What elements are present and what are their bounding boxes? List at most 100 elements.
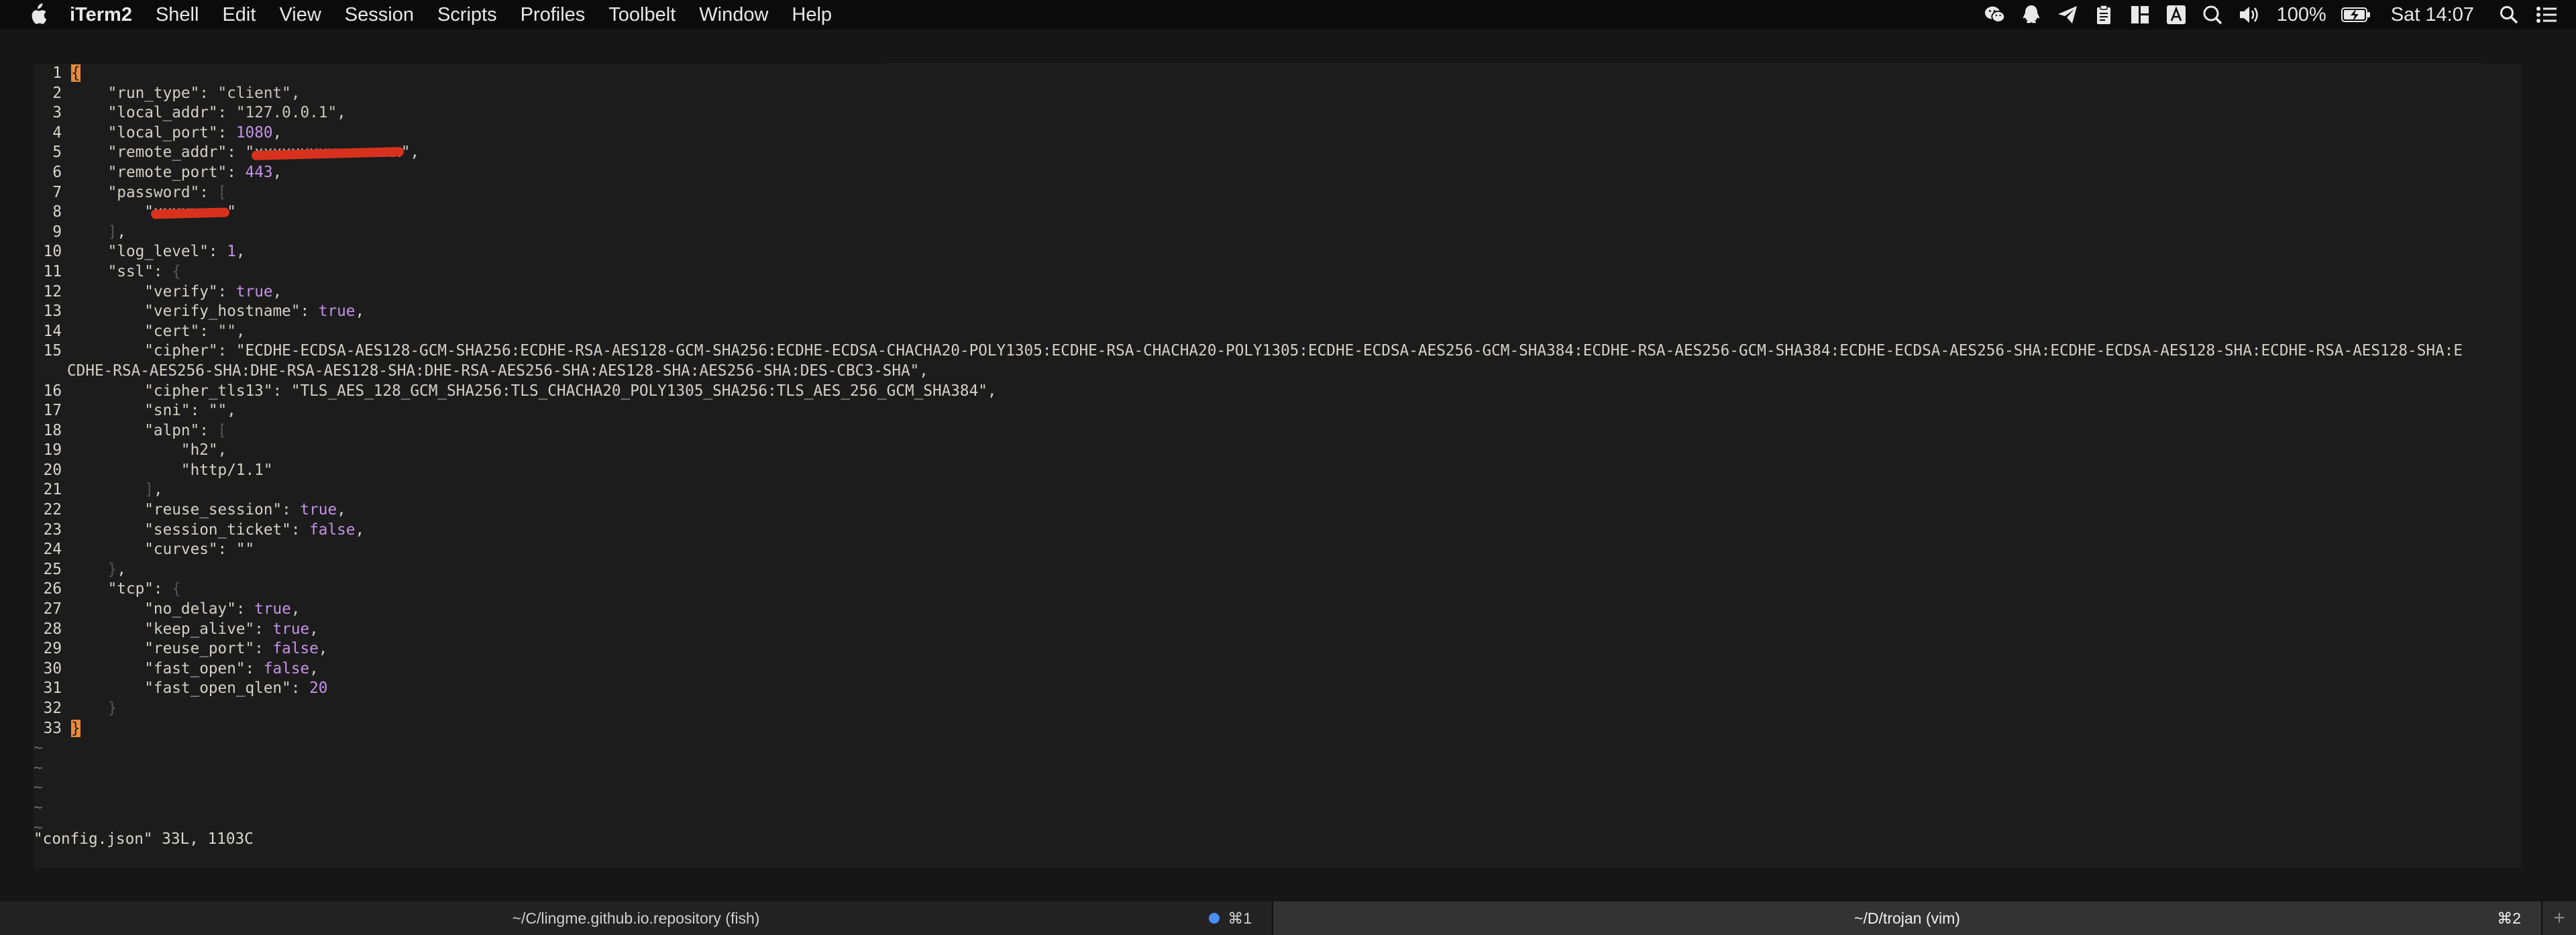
empty-line: ~	[34, 798, 2522, 818]
code-line[interactable]: 14 "cert": "",	[34, 322, 2522, 342]
apple-icon[interactable]	[25, 1, 50, 28]
code-line[interactable]: 20 "http/1.1"	[34, 461, 2522, 481]
tab-vim[interactable]: ~/D/trojan (vim) ⌘2	[1273, 901, 2542, 935]
code-line[interactable]: 15 "cipher": "ECDHE-ECDSA-AES128-GCM-SHA…	[34, 341, 2522, 362]
code-text: "run_type": "client",	[71, 84, 301, 102]
line-number: 10	[43, 243, 62, 261]
input-method-icon[interactable]	[2165, 4, 2187, 25]
code-line[interactable]: 4 "local_port": 1080,	[34, 123, 2522, 144]
line-number: 22	[43, 501, 62, 519]
code-text: "h2",	[71, 441, 227, 459]
code-line[interactable]: 9 ],	[34, 223, 2522, 243]
vim-editor[interactable]: 1{ 2 "run_type": "client", 3 "local_addr…	[34, 64, 2522, 838]
code-line[interactable]: 21 ],	[34, 480, 2522, 500]
menu-edit[interactable]: Edit	[222, 4, 256, 26]
tab-shortcut: ⌘2	[2497, 901, 2521, 935]
code-line[interactable]: 23 "session_ticket": false,	[34, 520, 2522, 541]
tilde-marker: ~	[34, 759, 43, 777]
code-line[interactable]: 25 },	[34, 560, 2522, 580]
new-tab-button[interactable]: +	[2541, 901, 2576, 935]
line-number: 29	[43, 640, 62, 658]
code-line[interactable]: 17 "sni": "",	[34, 401, 2522, 421]
line-number: 18	[43, 421, 62, 439]
activity-dot-icon	[1209, 913, 1220, 924]
terminal-window[interactable]: 1{ 2 "run_type": "client", 3 "local_addr…	[34, 64, 2522, 869]
code-line[interactable]: 8 "xxxxxxxx"	[34, 203, 2522, 223]
menu-scripts[interactable]: Scripts	[437, 4, 497, 26]
tilde-marker: ~	[34, 739, 43, 757]
code-text: "reuse_port": false,	[71, 640, 328, 658]
code-line[interactable]: 29 "reuse_port": false,	[34, 639, 2522, 659]
tab-title: ~/C/lingme.github.io.repository (fish)	[512, 909, 760, 927]
menu-shell[interactable]: Shell	[156, 4, 199, 26]
line-number: 1	[52, 64, 62, 82]
code-line[interactable]: 1{	[34, 64, 2522, 84]
code-line[interactable]: 2 "run_type": "client",	[34, 84, 2522, 104]
clipboard-icon[interactable]	[2093, 4, 2114, 25]
code-text: "no_delay": true,	[71, 600, 301, 618]
code-line[interactable]: 32 }	[34, 699, 2522, 719]
code-line[interactable]: 31 "fast_open_qlen": 20	[34, 679, 2522, 699]
wechat-icon[interactable]	[1984, 4, 2006, 25]
line-number: 23	[43, 520, 62, 539]
volume-icon[interactable]	[2238, 4, 2259, 25]
code-line[interactable]: 28 "keep_alive": true,	[34, 620, 2522, 640]
code-line[interactable]: 22 "reuse_session": true,	[34, 500, 2522, 520]
code-text: "ssl": {	[71, 262, 181, 280]
code-text: "local_addr": "127.0.0.1",	[71, 104, 346, 122]
code-line[interactable]: 5 "remote_addr": "xxxxxxxxxxxxxxxx",	[34, 143, 2522, 163]
code-line[interactable]: 27 "no_delay": true,	[34, 600, 2522, 620]
line-number: 19	[43, 441, 62, 459]
tab-fish[interactable]: ~/C/lingme.github.io.repository (fish) ⌘…	[0, 901, 1274, 935]
battery-icon[interactable]	[2341, 4, 2371, 25]
grid-icon[interactable]	[2129, 4, 2151, 25]
menu-profiles[interactable]: Profiles	[521, 4, 586, 26]
control-center-icon[interactable]	[2536, 4, 2557, 25]
code-line[interactable]: 13 "verify_hostname": true,	[34, 302, 2522, 322]
tab-title: ~/D/trojan (vim)	[1854, 909, 1960, 927]
tab-shortcut: ⌘1	[1209, 901, 1252, 935]
empty-line: ~	[34, 778, 2522, 798]
line-number: 13	[43, 302, 62, 321]
code-line[interactable]: 11 "ssl": {	[34, 262, 2522, 282]
code-line[interactable]: 6 "remote_port": 443,	[34, 163, 2522, 183]
code-line[interactable]: 3 "local_addr": "127.0.0.1",	[34, 103, 2522, 123]
spotlight-icon[interactable]	[2498, 4, 2520, 25]
line-number: 27	[43, 600, 62, 618]
code-text: "cipher_tls13": "TLS_AES_128_GCM_SHA256:…	[71, 382, 997, 400]
code-line[interactable]: 24 "curves": ""	[34, 540, 2522, 560]
code-text: "verify": true,	[71, 282, 282, 300]
line-number: 12	[43, 282, 62, 300]
code-line[interactable]: 26 "tcp": {	[34, 580, 2522, 600]
code-text: "log_level": 1,	[71, 243, 246, 261]
menu-toolbelt[interactable]: Toolbelt	[608, 4, 676, 26]
clock[interactable]: Sat 14:07	[2391, 4, 2474, 26]
menu-session[interactable]: Session	[345, 4, 414, 26]
line-number: 7	[52, 183, 62, 201]
code-text: ],	[107, 223, 126, 241]
code-line[interactable]: 30 "fast_open": false,	[34, 659, 2522, 679]
code-text: "remote_port": 443,	[71, 163, 282, 181]
code-text: "curves": ""	[71, 541, 255, 559]
code-line[interactable]: 16 "cipher_tls13": "TLS_AES_128_GCM_SHA2…	[34, 382, 2522, 402]
code-line[interactable]: 10 "log_level": 1,	[34, 242, 2522, 262]
code-line-wrapped[interactable]: CDHE-RSA-AES256-SHA:DHE-RSA-AES128-SHA:D…	[34, 362, 2522, 382]
line-number: 4	[52, 123, 62, 142]
code-text: "verify_hostname": true,	[71, 302, 365, 321]
menu-help[interactable]: Help	[792, 4, 832, 26]
menu-view[interactable]: View	[279, 4, 321, 26]
line-number: 17	[43, 402, 62, 420]
code-line[interactable]: 12 "verify": true,	[34, 282, 2522, 302]
code-line[interactable]: 19 "h2",	[34, 441, 2522, 461]
code-text: }	[71, 719, 80, 739]
code-line[interactable]: 18 "alpn": [	[34, 421, 2522, 441]
menu-app-name[interactable]: iTerm2	[70, 4, 132, 26]
paper-plane-icon[interactable]	[2057, 4, 2078, 25]
code-line[interactable]: 7 "password": [	[34, 183, 2522, 203]
code-text: "fast_open": false,	[71, 659, 319, 677]
menu-window[interactable]: Window	[699, 4, 768, 26]
search-circle-icon[interactable]	[2202, 4, 2223, 25]
qq-icon[interactable]	[2021, 4, 2042, 25]
code-line[interactable]: 33}	[34, 719, 2522, 739]
battery-percent: 100%	[2276, 3, 2326, 25]
